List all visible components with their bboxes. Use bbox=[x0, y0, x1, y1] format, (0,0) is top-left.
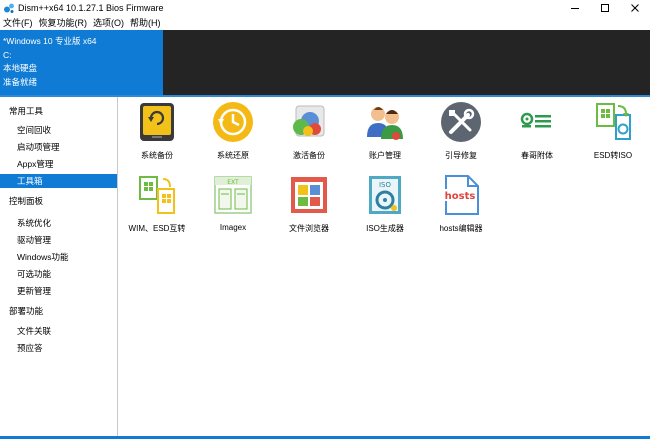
tool-file-browser[interactable]: 文件浏览器 bbox=[269, 174, 349, 238]
tool-label: 系统备份 bbox=[141, 151, 173, 160]
tool-system-restore[interactable]: 系统还原 bbox=[193, 101, 273, 165]
tool-iso-builder[interactable]: ISO ISO生成器 bbox=[345, 174, 425, 238]
tool-label: ESD转ISO bbox=[593, 151, 633, 160]
imagex-tag-text: EXT bbox=[227, 179, 239, 186]
system-backup-icon bbox=[140, 103, 174, 141]
maximize-button[interactable] bbox=[590, 0, 620, 16]
close-icon bbox=[631, 4, 639, 12]
sidebar-item-system-optimize[interactable]: 系统优化 bbox=[0, 216, 117, 230]
hosts-glyph-text: hosts bbox=[445, 191, 476, 202]
tool-label: 账户管理 bbox=[369, 151, 401, 160]
toolbox-panel: 系统备份 系统还原 激活备份 账户管理 引导修复 春哥附体 ESD转ISO WI… bbox=[119, 97, 650, 436]
menu-bar: 文件(F) 恢复功能(R) 选项(O) 帮助(H) bbox=[0, 16, 650, 30]
sidebar-item-startup-manager[interactable]: 启动项管理 bbox=[0, 140, 117, 154]
menu-options[interactable]: 选项(O) bbox=[90, 16, 127, 30]
esd-to-iso-icon bbox=[596, 103, 631, 140]
sidebar-category-common-tools[interactable]: 常用工具 bbox=[0, 104, 117, 118]
session-disk-type: 本地硬盘 bbox=[3, 63, 38, 73]
boot-repair-icon bbox=[441, 102, 481, 142]
wim-esd-convert-icon bbox=[139, 176, 175, 214]
tool-label: 文件浏览器 bbox=[289, 224, 329, 233]
title-bar: Dism++x64 10.1.27.1 Bios Firmware bbox=[0, 0, 650, 16]
session-card[interactable]: *Windows 10 专业版 x64 C: 本地硬盘 准备就绪 bbox=[0, 30, 163, 95]
tool-label: 引导修复 bbox=[445, 151, 477, 160]
sidebar-item-space-cleanup[interactable]: 空间回收 bbox=[0, 123, 117, 137]
tool-label: Imagex bbox=[219, 223, 247, 232]
minimize-icon bbox=[571, 8, 579, 9]
sidebar-item-toolbox[interactable]: 工具箱 bbox=[0, 174, 117, 188]
iso-glyph-text: ISO bbox=[379, 181, 392, 189]
tool-system-backup[interactable]: 系统备份 bbox=[117, 101, 197, 165]
tool-label: 激活备份 bbox=[293, 151, 325, 160]
tool-wim-esd-convert[interactable]: WIM、ESD互转 bbox=[117, 174, 197, 238]
menu-help[interactable]: 帮助(H) bbox=[127, 16, 164, 30]
tool-label: hosts编辑器 bbox=[439, 224, 483, 233]
sidebar-item-windows-features[interactable]: Windows功能 bbox=[0, 250, 117, 264]
sidebar-item-unattended[interactable]: 预应答 bbox=[0, 341, 117, 355]
tool-chunge[interactable]: 春哥附体 bbox=[497, 101, 577, 165]
sidebar-category-deployment[interactable]: 部署功能 bbox=[0, 304, 117, 318]
chunge-icon bbox=[520, 112, 551, 128]
tool-label: ISO生成器 bbox=[366, 224, 404, 233]
system-restore-icon bbox=[213, 102, 253, 142]
account-management-icon bbox=[367, 107, 403, 140]
menu-file[interactable]: 文件(F) bbox=[0, 16, 36, 30]
close-button[interactable] bbox=[620, 0, 650, 16]
tool-boot-repair[interactable]: 引导修复 bbox=[421, 101, 501, 165]
session-status: 准备就绪 bbox=[3, 76, 38, 87]
hosts-editor-icon: hosts bbox=[444, 175, 479, 215]
imagex-icon: EXT bbox=[214, 176, 252, 214]
sidebar-item-file-association[interactable]: 文件关联 bbox=[0, 324, 117, 338]
sidebar-item-appx-manager[interactable]: Appx管理 bbox=[0, 157, 117, 171]
tool-label: WIM、ESD互转 bbox=[128, 224, 186, 233]
app-logo-icon bbox=[4, 3, 14, 13]
tool-label: 春哥附体 bbox=[521, 151, 553, 160]
tool-account-management[interactable]: 账户管理 bbox=[345, 101, 425, 165]
tool-activation-backup[interactable]: 激活备份 bbox=[269, 101, 349, 165]
session-header: *Windows 10 专业版 x64 C: 本地硬盘 准备就绪 bbox=[0, 30, 650, 95]
session-os-name: *Windows 10 专业版 x64 bbox=[3, 36, 97, 46]
minimize-button[interactable] bbox=[560, 0, 590, 16]
menu-recovery[interactable]: 恢复功能(R) bbox=[36, 16, 91, 30]
tool-esd-to-iso[interactable]: ESD转ISO bbox=[573, 101, 650, 165]
sidebar-item-update-manager[interactable]: 更新管理 bbox=[0, 284, 117, 298]
iso-builder-icon: ISO bbox=[369, 176, 401, 214]
window-title: Dism++x64 10.1.27.1 Bios Firmware bbox=[18, 3, 164, 13]
session-drive: C: bbox=[3, 49, 12, 60]
sidebar-category-control-panel[interactable]: 控制面板 bbox=[0, 194, 117, 208]
maximize-icon bbox=[601, 4, 609, 12]
activation-backup-icon bbox=[293, 105, 325, 137]
tool-label: 系统还原 bbox=[217, 151, 249, 160]
sidebar-item-optional-features[interactable]: 可选功能 bbox=[0, 267, 117, 281]
tool-hosts-editor[interactable]: hosts hosts编辑器 bbox=[421, 174, 501, 238]
sidebar-item-driver-manager[interactable]: 驱动管理 bbox=[0, 233, 117, 247]
file-browser-icon bbox=[291, 177, 327, 213]
sidebar: 常用工具 空间回收 启动项管理 Appx管理 工具箱 控制面板 系统优化 驱动管… bbox=[0, 97, 118, 436]
tool-imagex[interactable]: EXT Imagex bbox=[193, 174, 273, 238]
